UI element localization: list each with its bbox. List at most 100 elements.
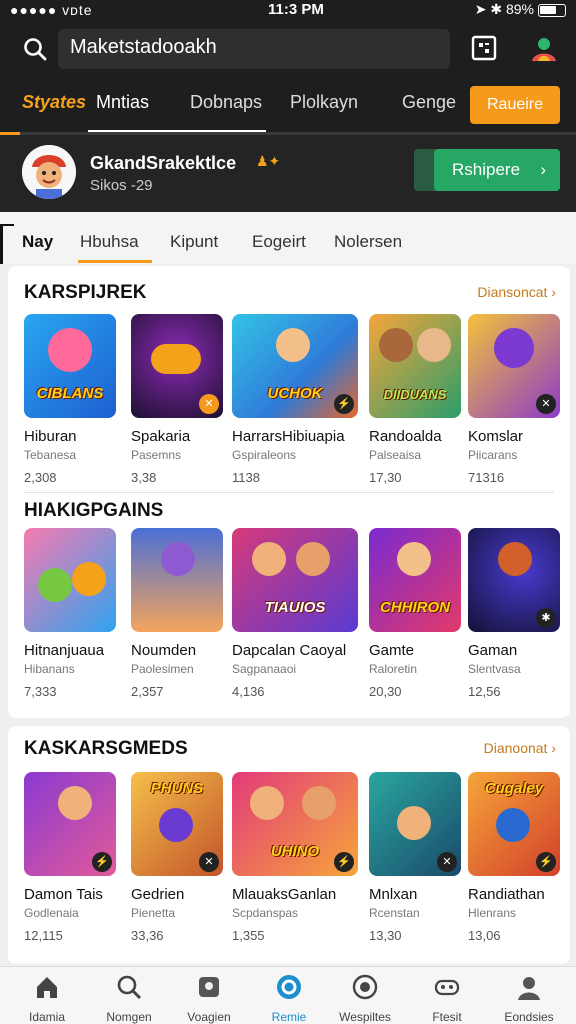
nav-item-nomgen[interactable]: Nomgen (94, 973, 164, 1024)
game-count: 71316 (468, 470, 505, 485)
target-icon (352, 974, 378, 1000)
nav-item-remie[interactable]: Remie (254, 973, 324, 1024)
user-subtitle: Sikos -29 (90, 177, 153, 194)
play-badge-icon: ✕ (437, 852, 457, 872)
game-name: HarrarsHibiuapia (232, 428, 345, 445)
game-thumbnail: Cugaley ⚡ (468, 772, 560, 876)
game-card[interactable]: UCHOK ⚡ HarrarsHibiuapia Gspiraleons 113… (232, 314, 358, 485)
chevron-right-icon: › (540, 160, 546, 179)
nav-item-wespiltes[interactable]: Wespiltes (330, 973, 400, 1024)
game-thumbnail: ✕ (369, 772, 461, 876)
section-see-all-link[interactable]: Dianoonat › (484, 740, 556, 756)
profile-icon (518, 977, 540, 1000)
character-icon (296, 542, 330, 576)
game-card[interactable]: ✕ Komslar Piicarans 71316 (468, 314, 560, 485)
game-card[interactable]: Noumden Paolesimen 2,357 (131, 528, 223, 699)
game-count: 20,30 (369, 684, 402, 699)
featured-card: KARSPIJREK Diansoncat › CIBLANS Hiburan … (8, 266, 570, 718)
character-icon (397, 806, 431, 840)
subtab-hbuhsa[interactable]: Hbuhsa (80, 232, 139, 252)
game-card[interactable]: TIAUIOS Dapcalan Caoyal Sagpanaaoi 4,136 (232, 528, 358, 699)
character-icon (494, 328, 534, 368)
thumb-title: CHHIRON (380, 599, 450, 616)
game-card[interactable]: ✕ Spakaria Pasemns 3,38 (131, 314, 223, 485)
active-subtab-indicator (78, 260, 152, 263)
game-card[interactable]: PHUNS ✕ Gedrien Pienetta 33,36 (131, 772, 223, 943)
tab-genge[interactable]: Genge (402, 92, 456, 113)
user-badge-icon: ♟✦ (256, 153, 281, 169)
game-category: Raloretin (369, 662, 418, 676)
game-thumbnail: UHINO ⚡ (232, 772, 358, 876)
character-icon (397, 542, 431, 576)
character-icon (252, 542, 286, 576)
game-thumbnail: TIAUIOS (232, 528, 358, 632)
qr-scan-icon[interactable] (470, 34, 498, 62)
game-category: Sagpanaaoi (232, 662, 297, 676)
game-card[interactable]: Hitnanjuaua Hibanans 7,333 (24, 528, 116, 699)
game-name: Hiburan (24, 428, 77, 445)
nav-label: Voagien (187, 1010, 231, 1024)
game-card[interactable]: Cugaley ⚡ Randiathan Hlenrans 13,06 (468, 772, 560, 943)
section-title: KARSPIJREK (24, 282, 147, 303)
nav-label: Nomgen (106, 1010, 152, 1024)
nav-label: Wespiltes (339, 1010, 391, 1024)
game-card[interactable]: ✱ Gaman Slentvasa 12,56 (468, 528, 560, 699)
game-count: 2,357 (131, 684, 164, 699)
game-thumbnail (131, 528, 223, 632)
game-category: Piicarans (468, 448, 518, 462)
game-card[interactable]: UHINO ⚡ MlauaksGanlan Scpdanspas 1,355 (232, 772, 358, 943)
game-name: Noumden (131, 642, 197, 659)
subtab-kipunt[interactable]: Kipunt (170, 232, 218, 252)
game-card[interactable]: CHHIRON Gamte Raloretin 20,30 (369, 528, 461, 699)
tab-plolkayn[interactable]: Plolkayn (290, 92, 358, 113)
tab-styates[interactable]: Styates (22, 92, 86, 113)
game-count: 4,136 (232, 684, 265, 699)
section-see-all-link[interactable]: Diansoncat › (477, 284, 556, 300)
game-thumbnail: CIBLANS (24, 314, 116, 418)
game-card[interactable]: ✕ Mnlxan Rcenstan 13,30 (369, 772, 461, 943)
controller-icon (434, 979, 460, 996)
game-name: Gamte (369, 642, 415, 659)
clock: 11:3 PM (268, 1, 324, 18)
tab-dobnaps[interactable]: Dobnaps (190, 92, 262, 113)
profile-avatar-icon[interactable] (528, 33, 560, 65)
game-card[interactable]: DIIDUANS Randoalda Palseaisa 17,30 (369, 314, 461, 485)
section-title: KASKARSGMEDS (24, 738, 188, 759)
game-category: Paolesimen (131, 662, 194, 676)
avatar[interactable] (22, 145, 76, 199)
nav-item-voagien[interactable]: Voagien (174, 973, 244, 1024)
game-count: 33,36 (131, 928, 164, 943)
category-tabs: Nay Hbuhsa Kipunt Eogeirt Nolersen (0, 212, 576, 264)
nav-item-ftesit[interactable]: Ftesit (412, 973, 482, 1024)
subtab-nay[interactable]: Nay (22, 232, 53, 252)
game-category: Tebanesa (24, 448, 77, 462)
game-name: Damon Tais (24, 886, 103, 903)
character-icon (38, 568, 72, 602)
section-link-label: Dianoonat (483, 740, 548, 756)
battery-percent: 89% (505, 1, 534, 17)
character-icon (159, 808, 193, 842)
user-banner: GkandSrakektlce ♟✦ Sikos -29 Rshipere › (0, 135, 576, 212)
nav-item-eondsies[interactable]: Eondsies (494, 973, 564, 1024)
subtab-nolersen[interactable]: Nolersen (334, 232, 402, 252)
character-icon (379, 328, 413, 362)
play-badge-icon: ⚡ (334, 852, 354, 872)
rshipere-label: Rshipere (452, 160, 521, 179)
search-input[interactable]: Maketstadooakh (58, 29, 450, 69)
nav-item-idamia[interactable]: Idamia (12, 973, 82, 1024)
tab-mntias[interactable]: Mntias (96, 92, 149, 113)
game-card[interactable]: ⚡ Damon Tais Godlenaia 12,115 (24, 772, 116, 943)
search-icon[interactable] (22, 36, 48, 62)
section-divider (24, 492, 554, 493)
game-card[interactable]: CIBLANS Hiburan Tebanesa 2,308 (24, 314, 116, 485)
character-icon (498, 542, 532, 576)
game-category: Gspiraleons (232, 448, 297, 462)
rshipere-button[interactable]: Rshipere › (434, 149, 560, 191)
user-action-wrap: Rshipere › (414, 149, 560, 191)
raueire-button[interactable]: Raueire (470, 86, 560, 124)
game-name: Dapcalan Caoyal (232, 642, 347, 659)
subtab-eogeirt[interactable]: Eogeirt (252, 232, 306, 252)
game-thumbnail: ✕ (131, 314, 223, 418)
game-center-icon (277, 975, 301, 999)
section-link-label: Diansoncat (477, 284, 548, 300)
